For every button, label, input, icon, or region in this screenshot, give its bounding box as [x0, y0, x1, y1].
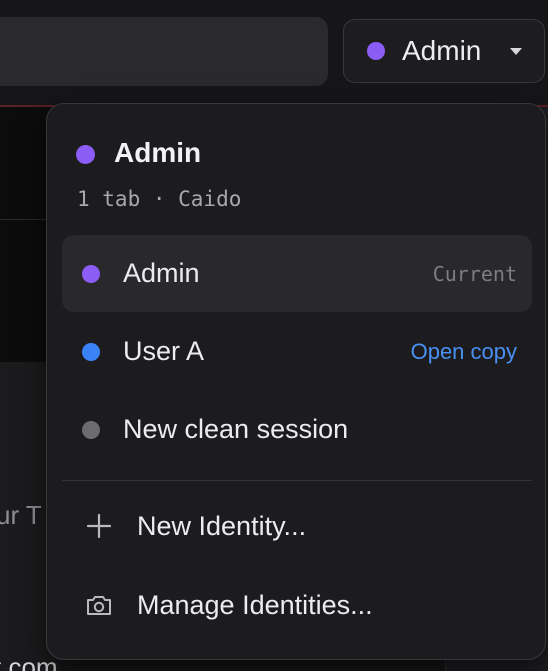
manage-identities-label: Manage Identities... — [137, 589, 373, 620]
identity-item-user-a[interactable]: User A Open copy — [62, 313, 532, 390]
app-window: ur T t.com Admin Admin 1 tab · Caido Adm… — [0, 0, 548, 671]
identity-color-dot — [82, 420, 100, 439]
identity-selector-label: Admin — [402, 35, 482, 66]
plus-icon — [84, 511, 114, 541]
identity-dropdown-menu: Admin 1 tab · Caido Admin Current User A… — [46, 103, 546, 660]
identity-selector-button[interactable]: Admin — [343, 19, 545, 83]
identity-item-new-clean-session[interactable]: New clean session — [62, 391, 532, 468]
menu-divider — [62, 480, 532, 481]
identity-item-label: User A — [123, 336, 205, 366]
menu-header-subtitle: 1 tab · Caido — [77, 187, 242, 211]
search-bar[interactable] — [0, 17, 328, 86]
identity-item-admin[interactable]: Admin Current — [62, 235, 532, 312]
menu-header-title: Admin — [114, 137, 202, 168]
identity-item-label: Admin — [123, 258, 200, 288]
identity-item-label: New clean session — [123, 414, 349, 444]
background-text: ur T — [0, 500, 42, 530]
background-url-text: t.com — [0, 652, 58, 671]
chevron-down-icon — [510, 47, 522, 55]
identity-color-dot — [367, 42, 385, 60]
identity-color-dot — [76, 145, 95, 164]
new-identity-label: New Identity... — [137, 510, 307, 541]
current-badge: Current — [432, 261, 517, 286]
manage-identities-button[interactable]: Manage Identities... — [62, 570, 532, 640]
open-copy-link[interactable]: Open copy — [411, 339, 517, 365]
identity-color-dot — [82, 342, 100, 361]
new-identity-button[interactable]: New Identity... — [62, 491, 532, 561]
identity-color-dot — [82, 264, 100, 283]
camera-icon — [84, 590, 114, 620]
